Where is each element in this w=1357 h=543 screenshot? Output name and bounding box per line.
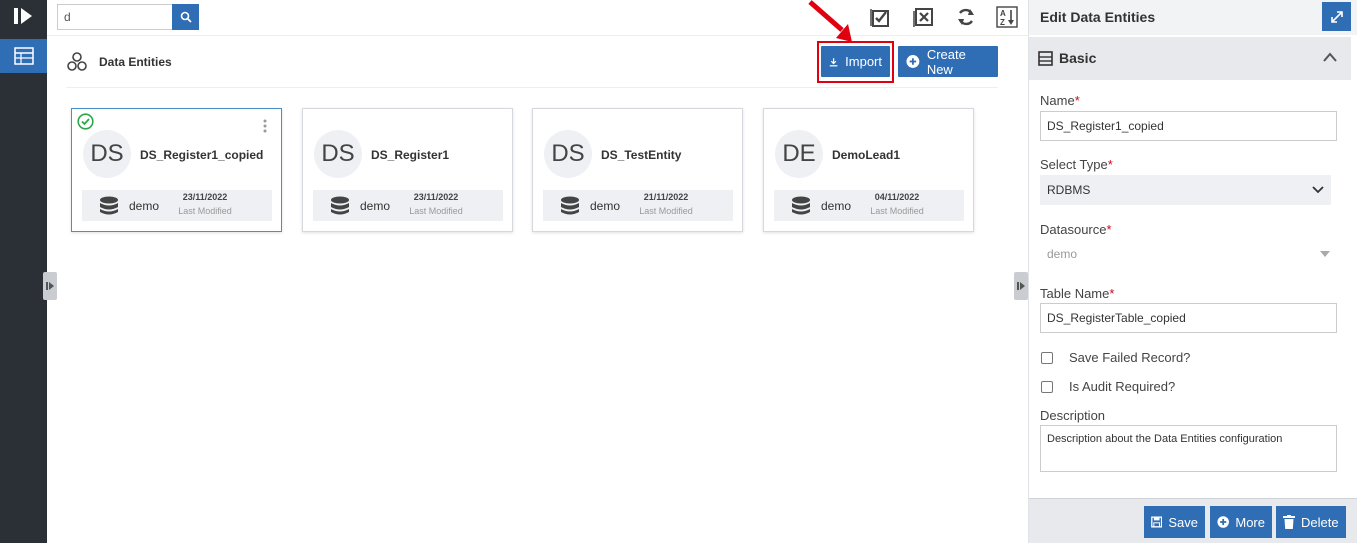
entity-name: DS_Register1_copied: [140, 148, 264, 162]
entity-date: 23/11/2022: [182, 192, 228, 202]
database-icon: [331, 196, 349, 215]
entity-card[interactable]: DE DemoLead1 demo 04/11/2022 Last Modifi…: [763, 108, 974, 232]
entity-date-caption: Last Modified: [178, 206, 232, 216]
type-label: Select Type*: [1040, 157, 1113, 172]
sort-az-icon[interactable]: A Z: [996, 6, 1018, 28]
collapse-panel-icon: [1017, 282, 1025, 290]
create-new-label: Create New: [926, 46, 966, 77]
data-entities-icon: [67, 52, 87, 71]
caret-down-icon: [1320, 251, 1330, 257]
save-icon: [1151, 516, 1163, 528]
search-input[interactable]: [57, 4, 173, 30]
plus-circle-icon: [906, 55, 920, 68]
svg-text:A: A: [1000, 9, 1006, 18]
entity-footer: demo 04/11/2022 Last Modified: [774, 190, 964, 221]
svg-text:Z: Z: [1000, 18, 1005, 27]
save-button[interactable]: Save: [1144, 506, 1205, 538]
save-failed-checkbox[interactable]: [1041, 352, 1053, 364]
create-new-button[interactable]: Create New: [898, 46, 998, 77]
chevron-up-icon: [1323, 52, 1337, 62]
entity-avatar: DE: [775, 130, 823, 178]
description-textarea[interactable]: Description about the Data Entities conf…: [1040, 425, 1337, 472]
entity-card[interactable]: DS DS_Register1 demo 23/11/2022 Last Mod…: [302, 108, 513, 232]
database-icon: [792, 196, 810, 215]
datasource-label: Datasource*: [1040, 222, 1112, 237]
entity-date: 04/11/2022: [874, 192, 920, 202]
expand-icon: [1330, 10, 1343, 23]
search-button[interactable]: [172, 4, 199, 30]
entity-datasource: demo: [129, 199, 160, 213]
check-circle-icon: [77, 113, 94, 130]
entity-date: 21/11/2022: [643, 192, 689, 202]
entity-footer: demo 21/11/2022 Last Modified: [543, 190, 733, 221]
deselect-all-icon[interactable]: [912, 6, 934, 28]
description-label: Description: [1040, 408, 1106, 423]
select-all-icon[interactable]: [869, 6, 891, 28]
entity-footer: demo 23/11/2022 Last Modified: [82, 190, 272, 221]
top-divider: [47, 35, 1028, 36]
entity-avatar: DS: [314, 130, 362, 178]
import-button[interactable]: Import: [821, 46, 890, 77]
section-title: Basic: [1059, 50, 1097, 66]
table-name-label: Table Name*: [1040, 286, 1115, 301]
panel-title: Edit Data Entities: [1040, 9, 1156, 25]
audit-required-label: Is Audit Required?: [1069, 379, 1176, 394]
entity-avatar: DS: [544, 130, 592, 178]
download-icon: [829, 57, 838, 66]
section-basic-header[interactable]: Basic: [1029, 37, 1351, 80]
table-name-field[interactable]: DS_RegisterTable_copied: [1040, 303, 1337, 333]
trash-icon: [1283, 515, 1295, 529]
entity-card[interactable]: DS DS_TestEntity demo 21/11/2022 Last Mo…: [532, 108, 743, 232]
delete-button[interactable]: Delete: [1276, 506, 1346, 538]
expand-panel-button[interactable]: [1322, 2, 1351, 31]
right-collapse-handle[interactable]: [1014, 272, 1028, 300]
entity-datasource: demo: [590, 199, 621, 213]
page-title: Data Entities: [99, 55, 172, 69]
search-box: [57, 4, 199, 30]
app-logo-icon[interactable]: [12, 6, 34, 26]
database-icon: [100, 196, 118, 215]
refresh-icon[interactable]: [955, 6, 977, 28]
nav-item-data-entities[interactable]: [0, 39, 47, 73]
entity-avatar: DS: [83, 130, 131, 178]
entity-footer: demo 23/11/2022 Last Modified: [313, 190, 503, 221]
import-label: Import: [845, 54, 882, 69]
audit-required-checkbox[interactable]: [1041, 381, 1053, 393]
entity-date-caption: Last Modified: [409, 206, 463, 216]
entity-date-caption: Last Modified: [870, 206, 924, 216]
entity-card[interactable]: DS DS_Register1_copied demo 23/11/2022 L…: [71, 108, 282, 232]
chevron-down-icon: [1312, 186, 1324, 194]
edit-panel: Edit Data Entities Basic Name* DS_Regist…: [1028, 0, 1357, 543]
entity-name: DemoLead1: [832, 148, 901, 162]
type-select[interactable]: RDBMS: [1040, 175, 1331, 205]
entity-date-caption: Last Modified: [639, 206, 693, 216]
expand-right-icon: [46, 282, 54, 290]
search-icon: [180, 11, 192, 23]
more-button[interactable]: More: [1210, 506, 1272, 538]
database-icon: [561, 196, 579, 215]
left-rail: [0, 0, 47, 543]
entity-datasource: demo: [360, 199, 391, 213]
entity-name: DS_Register1: [371, 148, 450, 162]
table-list-icon: [13, 47, 34, 65]
name-field[interactable]: DS_Register1_copied: [1040, 111, 1337, 141]
title-divider: [66, 87, 998, 88]
left-collapse-handle[interactable]: [43, 272, 57, 300]
entity-datasource: demo: [821, 199, 852, 213]
form-icon: [1038, 51, 1053, 66]
entity-date: 23/11/2022: [413, 192, 459, 202]
name-label: Name*: [1040, 93, 1080, 108]
panel-header: Edit Data Entities: [1029, 0, 1357, 35]
plus-circle-icon: [1217, 516, 1229, 528]
datasource-select[interactable]: demo: [1040, 239, 1337, 269]
kebab-menu-icon[interactable]: [262, 118, 268, 134]
save-failed-label: Save Failed Record?: [1069, 350, 1191, 365]
entity-name: DS_TestEntity: [601, 148, 682, 162]
annotation-arrow: [808, 0, 852, 42]
